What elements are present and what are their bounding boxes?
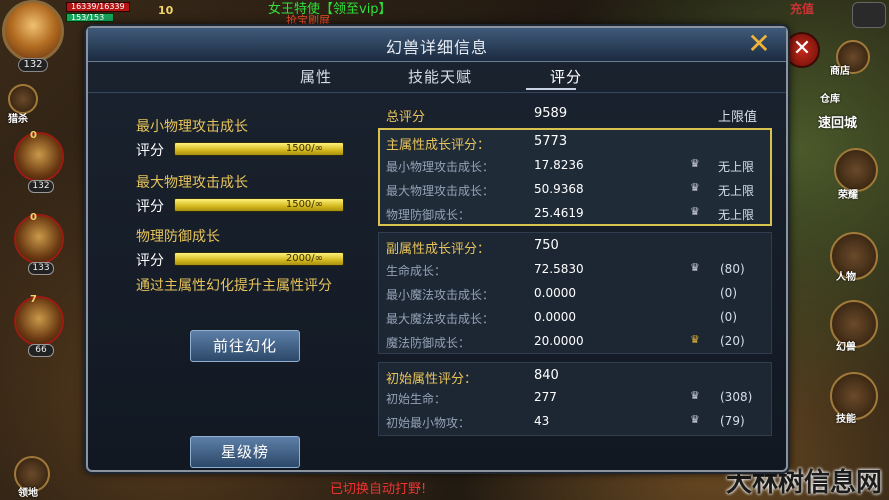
close-dialog-icon[interactable]: ✕ [746,30,772,58]
growth-1-label: 评分 [136,143,164,159]
vip-level: 10 [158,4,174,17]
shop-label: 商店 [830,66,850,77]
init-row-label: 初始最小物攻： [386,416,471,430]
pet-2-stars: 0 [30,212,37,223]
hero-level: 132 [18,58,48,72]
gold-crown-icon: ♛ [690,333,700,346]
cap-header: 上限值 [718,110,758,125]
sub-score-label: 副属性成长评分： [386,242,491,257]
hero-portrait[interactable] [2,0,64,62]
init-row-label: 初始生命： [386,392,447,406]
dialog-title: 幻兽详细信息 [385,38,488,57]
tab-score-indicator [526,88,576,90]
honor-label: 荣耀 [838,190,858,201]
beast-detail-dialog: 幻兽详细信息 ✕ 属性 技能天赋 评分 最小物理攻击成长 评分 1500/∞ 最… [86,26,788,472]
init-score-value: 840 [534,368,559,383]
main-row-value: 25.4619 [534,206,584,220]
main-row-cap: 无上限 [718,208,755,222]
growth-3-label: 评分 [136,253,164,269]
pet-2-level: 133 [28,262,54,275]
growth-3-bar: 2000/∞ [174,252,344,266]
init-row-cap: (79) [720,414,745,428]
mp-bar: 153/153 [66,13,114,22]
warehouse-label[interactable]: 仓库 [820,90,840,105]
growth-1-title: 最小物理攻击成长 [136,119,248,135]
total-score-value: 9589 [534,106,568,121]
tab-attributes[interactable]: 属性 [300,66,332,87]
transform-button[interactable]: 前往幻化 [190,330,300,362]
sub-row-cap: (80) [720,262,745,276]
tab-score[interactable]: 评分 [550,66,582,87]
tab-divider [88,92,786,93]
pet-slot-1[interactable] [14,132,64,182]
skill-label: 技能 [836,414,856,425]
sub-row-value: 20.0000 [534,334,584,348]
main-row-value: 17.8236 [534,158,584,172]
sub-score-value: 750 [534,238,559,253]
silver-crown-icon: ♛ [690,205,700,218]
pet-3-stars: 7 [30,294,37,305]
silver-crown-icon: ♛ [690,261,700,274]
main-score-label: 主属性成长评分： [386,138,491,153]
init-row-value: 43 [534,414,550,428]
silver-crown-icon: ♛ [690,413,700,426]
growth-2-label: 评分 [136,199,164,215]
silver-crown-icon: ♛ [690,181,700,194]
pet-slot-3[interactable] [14,296,64,346]
sub-row-label: 最小魔法攻击成长： [386,288,495,302]
init-score-label: 初始属性评分： [386,372,478,387]
sub-row-cap: (20) [720,334,745,348]
tip-text: 通过主属性幻化提升主属性评分 [136,278,332,294]
close-icon[interactable]: ✕ [784,32,820,68]
character-label: 人物 [836,272,856,283]
main-row-cap: 无上限 [718,160,755,174]
init-row-cap: (308) [720,390,753,404]
tab-skills[interactable]: 技能天赋 [408,66,472,87]
sub-row-label: 生命成长： [386,264,447,278]
chat-icon[interactable] [852,2,886,28]
silver-crown-icon: ♛ [690,157,700,170]
beast-label: 幻兽 [836,342,856,353]
sub-row-value: 0.0000 [534,310,576,324]
init-row-value: 277 [534,390,557,404]
hunt-label: 猎杀 [8,114,28,125]
hp-bar: 16339/16339 [66,2,130,12]
main-row-label: 最小物理攻击成长： [386,160,495,174]
system-message: 已切换自动打野! [330,482,427,497]
pet-1-level: 132 [28,180,54,193]
main-row-label: 物理防御成长： [386,208,471,222]
sub-row-value: 0.0000 [534,286,576,300]
growth-2-bar: 1500/∞ [174,198,344,212]
sub-row-label: 魔法防御成长： [386,336,471,350]
growth-1-bar: 1500/∞ [174,142,344,156]
pet-1-stars: 0 [30,130,37,141]
main-score-value: 5773 [534,134,568,149]
sub-row-value: 72.5830 [534,262,584,276]
star-ranking-button[interactable]: 星级榜 [190,436,300,468]
main-row-label: 最大物理攻击成长： [386,184,495,198]
pet-3-level: 66 [28,344,54,357]
game-screen: 132 16339/16339 153/153 10 女王特使【领至vip】 抢… [0,0,889,500]
growth-3-title: 物理防御成长 [136,229,220,245]
growth-2-title: 最大物理攻击成长 [136,175,248,191]
main-row-cap: 无上限 [718,184,755,198]
sub-row-cap: (0) [720,310,737,324]
recharge-label[interactable]: 充值 [790,0,814,17]
sub-row-label: 最大魔法攻击成长： [386,312,495,326]
sub-row-cap: (0) [720,286,737,300]
main-row-value: 50.9368 [534,182,584,196]
pet-slot-2[interactable] [14,214,64,264]
total-score-label: 总评分 [386,110,426,125]
return-city-label[interactable]: 速回城 [818,112,857,131]
territory-label: 领地 [18,488,38,499]
silver-crown-icon: ♛ [690,389,700,402]
